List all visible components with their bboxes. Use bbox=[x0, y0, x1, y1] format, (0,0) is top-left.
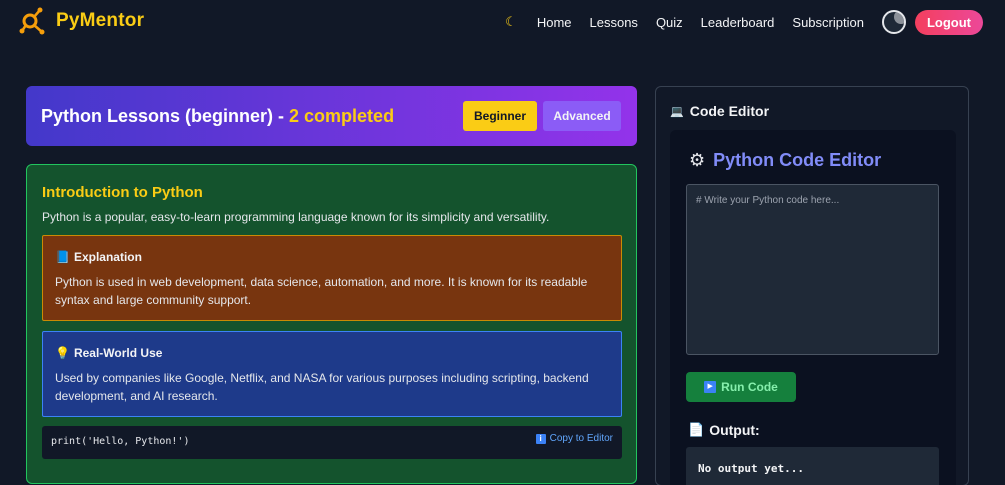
avatar[interactable] bbox=[881, 10, 906, 34]
code-input[interactable] bbox=[686, 184, 939, 355]
nav-link-subscription[interactable]: Subscription bbox=[792, 15, 864, 30]
output-label-text: Output: bbox=[709, 422, 760, 438]
book-icon: 📘 bbox=[55, 250, 70, 264]
explanation-heading: 📘 Explanation bbox=[55, 250, 609, 264]
brand[interactable]: PyMentor bbox=[18, 6, 144, 36]
lesson-card: Introduction to Python Python is a popul… bbox=[26, 164, 637, 484]
logout-button[interactable]: Logout bbox=[914, 9, 983, 35]
code-snippet: print('Hello, Python!') i Copy to Editor bbox=[42, 426, 622, 459]
copy-to-editor-button[interactable]: i Copy to Editor bbox=[535, 433, 613, 444]
code-snippet-text: print('Hello, Python!') bbox=[51, 436, 190, 447]
beginner-button[interactable]: Beginner bbox=[463, 101, 537, 131]
gear-icon: ⚙ bbox=[689, 150, 706, 170]
nav-link-leaderboard[interactable]: Leaderboard bbox=[701, 15, 775, 30]
code-editor-panel-title: 💻 Code Editor bbox=[670, 103, 769, 119]
play-icon: ▶ bbox=[704, 381, 717, 393]
page-icon: 📄 bbox=[688, 422, 705, 437]
output-label: 📄 Output: bbox=[688, 422, 760, 438]
nav-links: ☾ Home Lessons Quiz Leaderboard Subscrip… bbox=[505, 0, 983, 44]
explanation-heading-text: Explanation bbox=[73, 250, 142, 264]
info-icon: i bbox=[535, 433, 546, 444]
code-editor-panel-title-text: Code Editor bbox=[689, 103, 770, 119]
nav-link-lessons[interactable]: Lessons bbox=[590, 15, 638, 30]
moon-icon[interactable]: ☾ bbox=[505, 14, 517, 30]
lesson-description: Python is a popular, easy-to-learn progr… bbox=[42, 210, 550, 224]
top-nav: PyMentor ☾ Home Lessons Quiz Leaderboard… bbox=[0, 0, 1005, 44]
lessons-title-text: Python Lessons (beginner) - bbox=[41, 106, 290, 126]
real-world-heading-text: Real-World Use bbox=[73, 346, 163, 360]
nav-link-quiz[interactable]: Quiz bbox=[656, 15, 683, 30]
laptop-icon: 💻 bbox=[670, 105, 684, 118]
lessons-title: Python Lessons (beginner) - 2 completed bbox=[41, 106, 394, 127]
explanation-box: 📘 Explanation Python is used in web deve… bbox=[42, 235, 622, 321]
nav-link-home[interactable]: Home bbox=[537, 15, 572, 30]
logo-icon bbox=[19, 7, 45, 35]
brand-title: PyMentor bbox=[56, 10, 145, 31]
copy-to-editor-label: Copy to Editor bbox=[549, 433, 613, 444]
real-world-heading: 💡 Real-World Use bbox=[55, 346, 609, 360]
run-code-button[interactable]: ▶ Run Code bbox=[686, 372, 796, 402]
code-editor-card: ⚙ Python Code Editor ▶ Run Code 📄 Output… bbox=[670, 130, 956, 485]
output-text: No output yet... bbox=[698, 462, 804, 475]
run-code-label: Run Code bbox=[721, 380, 778, 394]
output-box: No output yet... bbox=[686, 447, 939, 485]
python-code-editor-title: ⚙ Python Code Editor bbox=[689, 150, 881, 171]
advanced-button[interactable]: Advanced bbox=[543, 101, 621, 131]
python-code-editor-title-text: Python Code Editor bbox=[713, 150, 882, 170]
lessons-header: Python Lessons (beginner) - 2 completed … bbox=[26, 86, 637, 146]
real-world-box: 💡 Real-World Use Used by companies like … bbox=[42, 331, 622, 417]
real-world-text: Used by companies like Google, Netflix, … bbox=[55, 371, 589, 403]
lesson-title: Introduction to Python bbox=[42, 184, 203, 201]
completed-count: 2 completed bbox=[289, 106, 395, 126]
code-editor-panel: 💻 Code Editor ⚙ Python Code Editor ▶ Run… bbox=[655, 86, 969, 485]
explanation-text: Python is used in web development, data … bbox=[55, 275, 588, 307]
lightbulb-icon: 💡 bbox=[55, 346, 70, 360]
